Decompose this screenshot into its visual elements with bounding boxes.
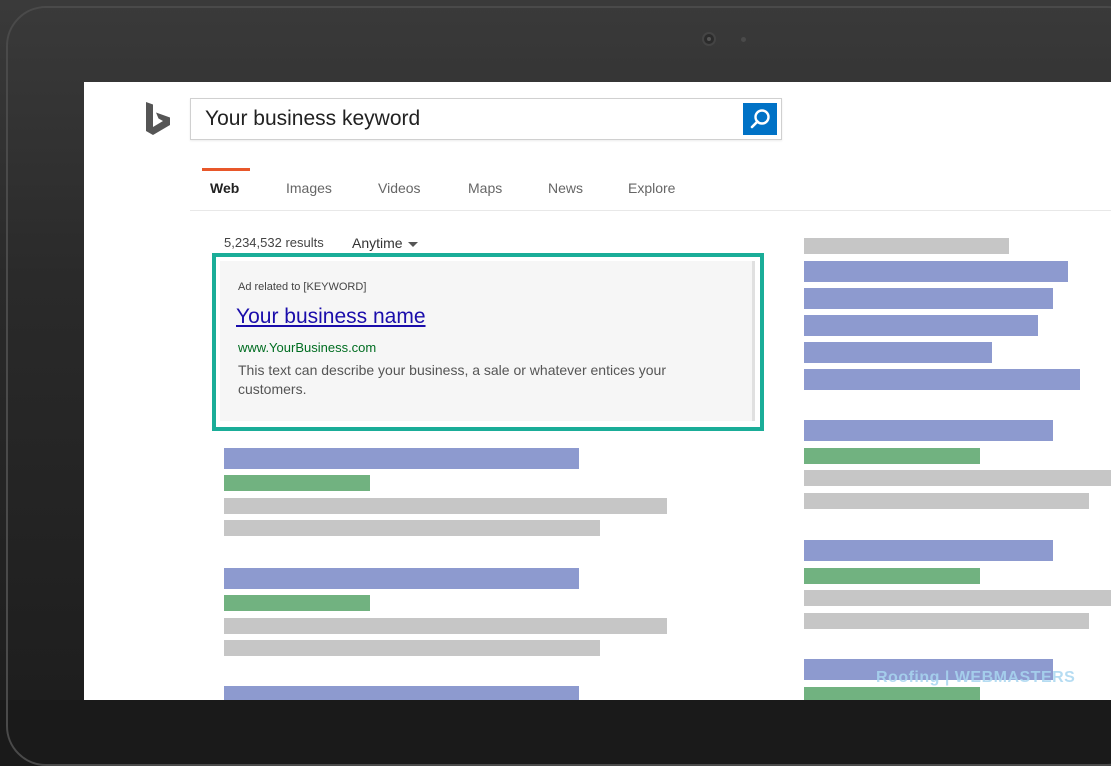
placeholder-sidebar-url (804, 568, 980, 584)
placeholder-result-text (224, 520, 600, 536)
search-button[interactable] (743, 103, 777, 135)
placeholder-result-text (224, 498, 667, 514)
tab-videos[interactable]: Videos (378, 180, 421, 196)
placeholder-sidebar-link (804, 288, 1053, 309)
ad-highlight-frame: Ad related to [KEYWORD] Your business na… (212, 253, 764, 431)
ad-result: Ad related to [KEYWORD] Your business na… (220, 261, 755, 421)
search-nav-tabs: Web Images Videos Maps News Explore (190, 168, 1111, 211)
placeholder-result-title (224, 686, 579, 700)
chevron-down-icon (407, 241, 418, 247)
placeholder-sidebar-heading (804, 238, 1009, 254)
time-filter-label: Anytime (352, 235, 403, 251)
results-count: 5,234,532 results (224, 235, 324, 250)
ad-label: Ad related to [KEYWORD] (238, 281, 367, 293)
placeholder-sidebar-link (804, 315, 1038, 336)
placeholder-sidebar-title (804, 540, 1053, 561)
browser-screen: Web Images Videos Maps News Explore 5,23… (84, 82, 1111, 700)
tab-images[interactable]: Images (286, 180, 332, 196)
tab-web[interactable]: Web (210, 180, 239, 196)
ad-description: This text can describe your business, a … (238, 362, 666, 397)
placeholder-sidebar-url (804, 687, 980, 700)
search-box (190, 98, 782, 140)
placeholder-sidebar-text (804, 590, 1111, 606)
active-tab-indicator (202, 168, 250, 171)
ad-title-link[interactable]: Your business name (236, 305, 426, 329)
placeholder-sidebar-url (804, 448, 980, 464)
sensor-dot (741, 37, 746, 42)
ad-url-link[interactable]: www.YourBusiness.com (238, 340, 376, 355)
camera-icon (702, 32, 716, 46)
time-filter-dropdown[interactable]: Anytime (352, 235, 418, 251)
tab-explore[interactable]: Explore (628, 180, 675, 196)
bing-logo-icon[interactable] (144, 100, 172, 140)
placeholder-sidebar-text (804, 470, 1111, 486)
placeholder-result-text (224, 640, 600, 656)
placeholder-sidebar-text (804, 613, 1089, 629)
placeholder-sidebar-link (804, 261, 1068, 282)
placeholder-sidebar-title (804, 420, 1053, 441)
placeholder-sidebar-text (804, 493, 1089, 509)
placeholder-result-title (224, 448, 579, 469)
tab-news[interactable]: News (548, 180, 583, 196)
placeholder-result-url (224, 595, 370, 611)
search-icon (750, 109, 770, 129)
placeholder-sidebar-link (804, 369, 1080, 390)
watermark: Roofing | WEBMASTERS (876, 669, 1076, 686)
placeholder-result-title (224, 568, 579, 589)
placeholder-sidebar-link (804, 342, 992, 363)
placeholder-result-url (224, 475, 370, 491)
tab-maps[interactable]: Maps (468, 180, 502, 196)
search-input[interactable] (205, 99, 735, 139)
placeholder-result-text (224, 618, 667, 634)
